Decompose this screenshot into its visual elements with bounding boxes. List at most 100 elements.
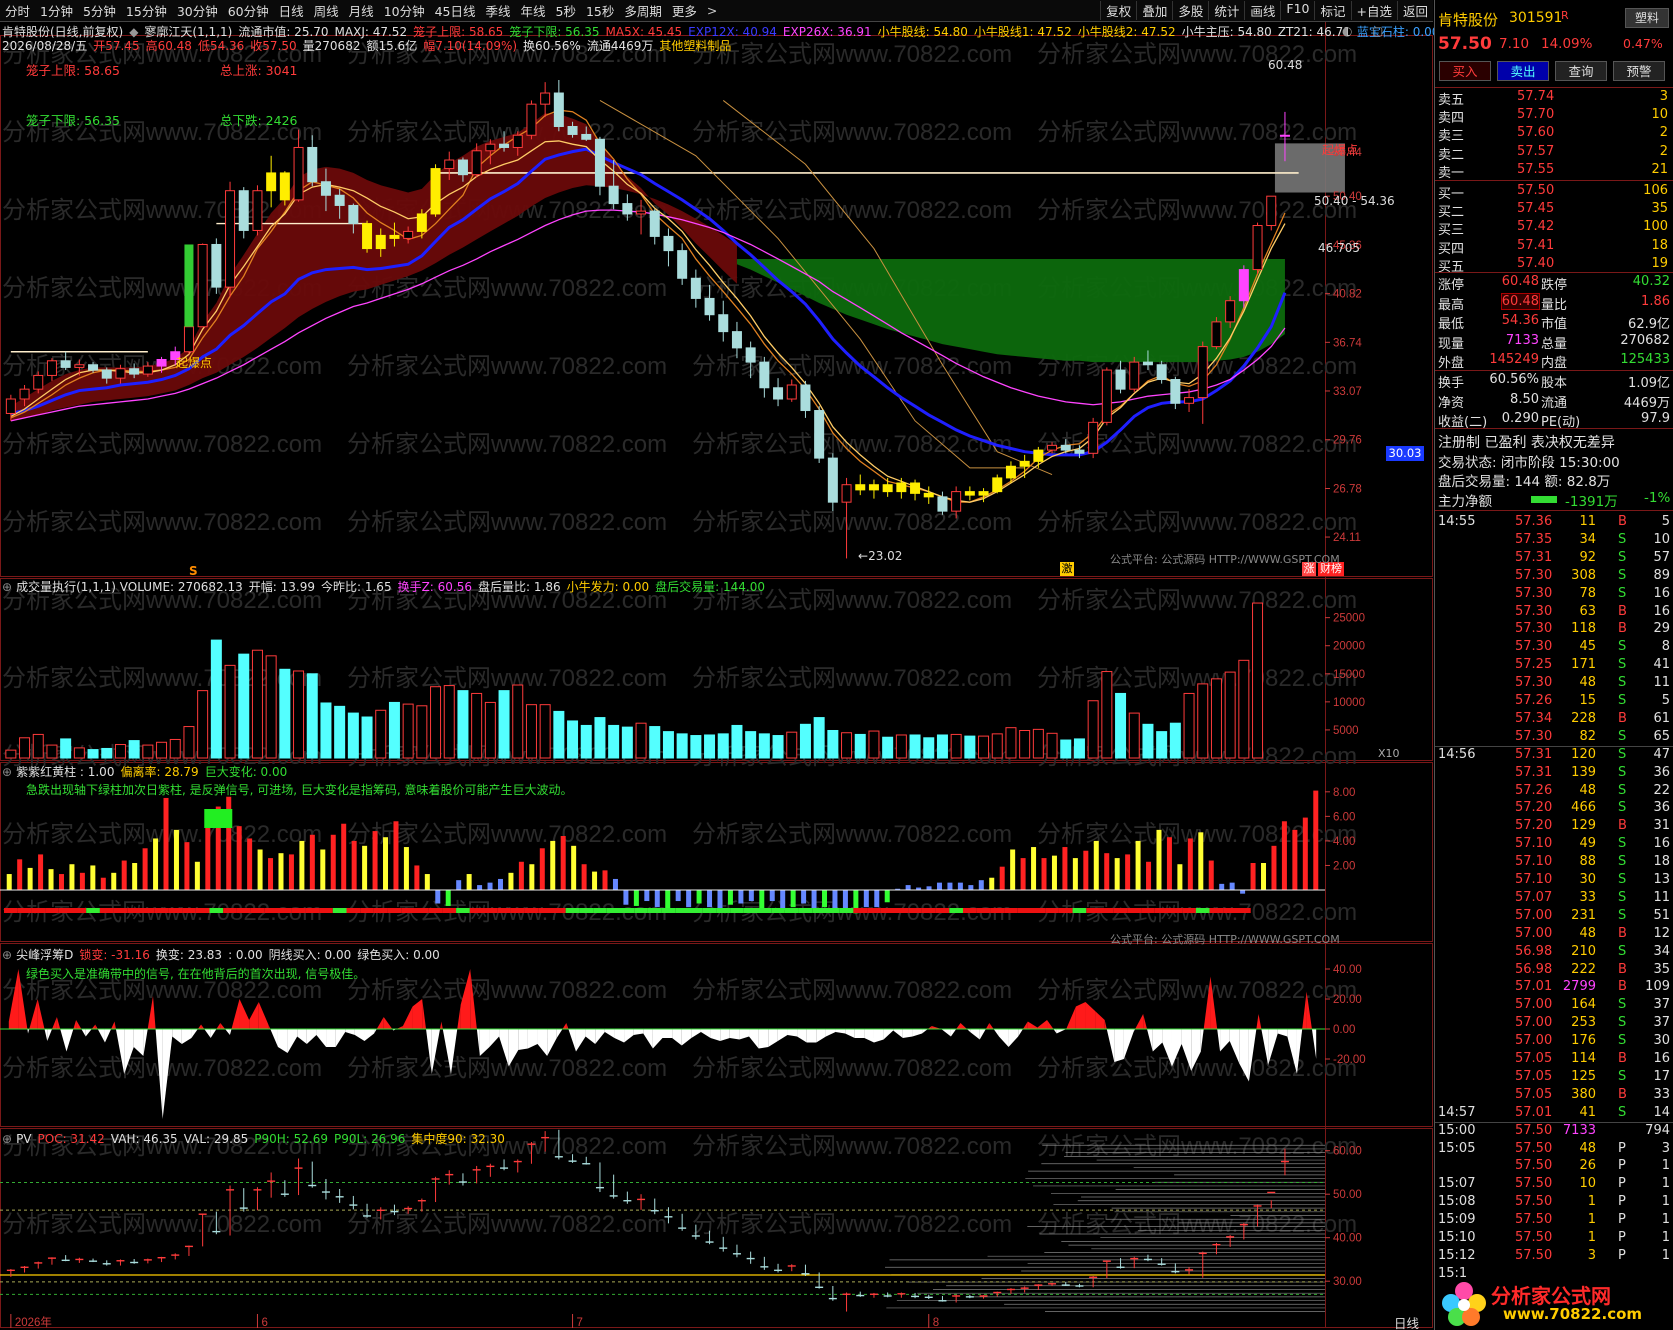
volume-bar[interactable] — [827, 729, 839, 759]
volume-bar[interactable] — [978, 735, 990, 759]
toolbar-button[interactable]: 返回 — [1396, 1, 1433, 20]
zizi-bar[interactable] — [17, 859, 23, 890]
zizi-bar[interactable] — [173, 829, 179, 890]
volume-bar[interactable] — [5, 749, 17, 759]
candle[interactable] — [855, 474, 866, 496]
volume-bar[interactable] — [388, 701, 400, 759]
volume-bar[interactable] — [786, 731, 798, 759]
zizi-bar[interactable] — [153, 838, 159, 890]
volume-bar[interactable] — [717, 733, 729, 759]
ask-row[interactable]: 卖四 57.70 10 — [1435, 107, 1673, 126]
zizi-bar[interactable] — [309, 834, 315, 890]
zizi-bar[interactable] — [978, 880, 984, 890]
ask-row[interactable]: 卖一 57.55 21 — [1435, 162, 1673, 181]
volume-bar[interactable] — [1060, 739, 1072, 759]
candle[interactable] — [183, 324, 194, 355]
zizi-bar[interactable] — [38, 854, 44, 890]
period-tab[interactable]: 年线 — [516, 1, 551, 20]
toolbar-button[interactable]: 画线 — [1244, 1, 1280, 20]
volume-bar[interactable] — [1087, 700, 1099, 759]
tick-row[interactable]: 57.50 26 P 1 — [1435, 1158, 1673, 1176]
candle[interactable] — [718, 300, 729, 342]
tick-row[interactable]: 57.30 45 S 8 — [1435, 639, 1673, 657]
volume-bar[interactable] — [539, 704, 551, 759]
volume-bar[interactable] — [101, 747, 113, 759]
volume-bar[interactable] — [512, 684, 524, 759]
volume-bar[interactable] — [156, 741, 168, 759]
volume-bar[interactable] — [484, 701, 496, 759]
zizi-bar[interactable] — [874, 890, 880, 908]
zizi-bar[interactable] — [466, 874, 472, 890]
zizi-bar[interactable] — [330, 834, 336, 890]
volume-bar[interactable] — [758, 733, 770, 759]
tick-row[interactable]: 57.05 380 B 33 — [1435, 1087, 1673, 1105]
volume-bar[interactable] — [1156, 731, 1168, 759]
candle[interactable] — [1197, 341, 1208, 424]
alert-button[interactable]: 预警 — [1613, 61, 1665, 81]
candle[interactable] — [814, 406, 825, 463]
candle[interactable] — [526, 100, 537, 140]
zizi-bar[interactable] — [132, 863, 138, 890]
buy-button[interactable]: 买入 — [1439, 61, 1491, 81]
zizi-bar[interactable] — [612, 878, 618, 890]
zizi-bar[interactable] — [790, 890, 796, 908]
zizi-bar[interactable] — [999, 866, 1005, 890]
zizi-bar[interactable] — [539, 848, 545, 890]
pane-toggle-icon[interactable]: ⊕ — [2, 948, 12, 962]
zizi-bar[interactable] — [58, 874, 64, 890]
volume-bar[interactable] — [1169, 722, 1181, 759]
zizi-bar[interactable] — [801, 890, 807, 904]
zizi-bar[interactable] — [1250, 863, 1256, 890]
period-tab[interactable]: 60分钟 — [223, 1, 274, 20]
zizi-bar[interactable] — [184, 842, 190, 890]
period-tab[interactable]: 15分钟 — [121, 1, 172, 20]
candle[interactable] — [1019, 454, 1030, 478]
volume-bar[interactable] — [882, 736, 894, 759]
tick-row[interactable]: 57.30 118 B 29 — [1435, 621, 1673, 639]
candle[interactable] — [252, 185, 263, 236]
zizi-bar[interactable] — [247, 838, 253, 890]
volume-bar[interactable] — [525, 704, 537, 759]
zizi-bar[interactable] — [832, 890, 838, 910]
zizi-bar[interactable] — [1051, 855, 1057, 890]
zizi-bar[interactable] — [372, 831, 378, 890]
zizi-bar[interactable] — [592, 871, 598, 890]
volume-bar[interactable] — [964, 735, 976, 759]
zizi-bar[interactable] — [936, 882, 942, 890]
volume-bar[interactable] — [498, 690, 510, 759]
tick-row[interactable]: 15:07 57.50 10 P 1 — [1435, 1176, 1673, 1194]
tick-row[interactable]: 57.00 253 S 37 — [1435, 1015, 1673, 1033]
query-button[interactable]: 查询 — [1555, 61, 1607, 81]
volume-bar[interactable] — [19, 737, 31, 759]
zizi-bar[interactable] — [529, 864, 535, 890]
zizi-bar[interactable] — [926, 886, 932, 890]
candle[interactable] — [540, 82, 551, 118]
ask-row[interactable]: 卖二 57.57 2 — [1435, 144, 1673, 163]
zizi-bar[interactable] — [957, 882, 963, 890]
candle[interactable] — [663, 228, 674, 267]
volume-bar[interactable] — [1238, 659, 1250, 759]
volume-bar[interactable] — [87, 749, 99, 759]
period-tab[interactable]: 周线 — [309, 1, 344, 20]
tick-row[interactable]: 57.05 114 B 16 — [1435, 1051, 1673, 1069]
candle[interactable] — [430, 164, 441, 217]
tick-row[interactable]: 57.01 2799 B 109 — [1435, 979, 1673, 997]
zizi-bar[interactable] — [393, 821, 399, 890]
volume-bar[interactable] — [936, 734, 948, 759]
candle[interactable] — [868, 479, 879, 499]
period-tab[interactable]: 30分钟 — [172, 1, 223, 20]
zizi-bar[interactable] — [90, 865, 96, 890]
zizi-bar[interactable] — [1125, 854, 1131, 890]
volume-bar[interactable] — [128, 740, 140, 759]
zizi-bar[interactable] — [947, 882, 953, 890]
zizi-bar[interactable] — [550, 840, 556, 890]
period-tab[interactable]: 1分钟 — [35, 1, 78, 20]
tick-row[interactable]: 57.30 48 S 11 — [1435, 675, 1673, 693]
zizi-bar[interactable] — [842, 890, 848, 910]
toolbar-button[interactable]: +自选 — [1350, 1, 1397, 20]
tick-row[interactable]: 15:09 57.50 1 P 1 — [1435, 1212, 1673, 1230]
volume-bar[interactable] — [704, 734, 716, 759]
zizi-bar[interactable] — [403, 847, 409, 890]
ask-row[interactable]: 卖五 57.74 3 — [1435, 89, 1673, 108]
zizi-bar[interactable] — [717, 890, 723, 909]
